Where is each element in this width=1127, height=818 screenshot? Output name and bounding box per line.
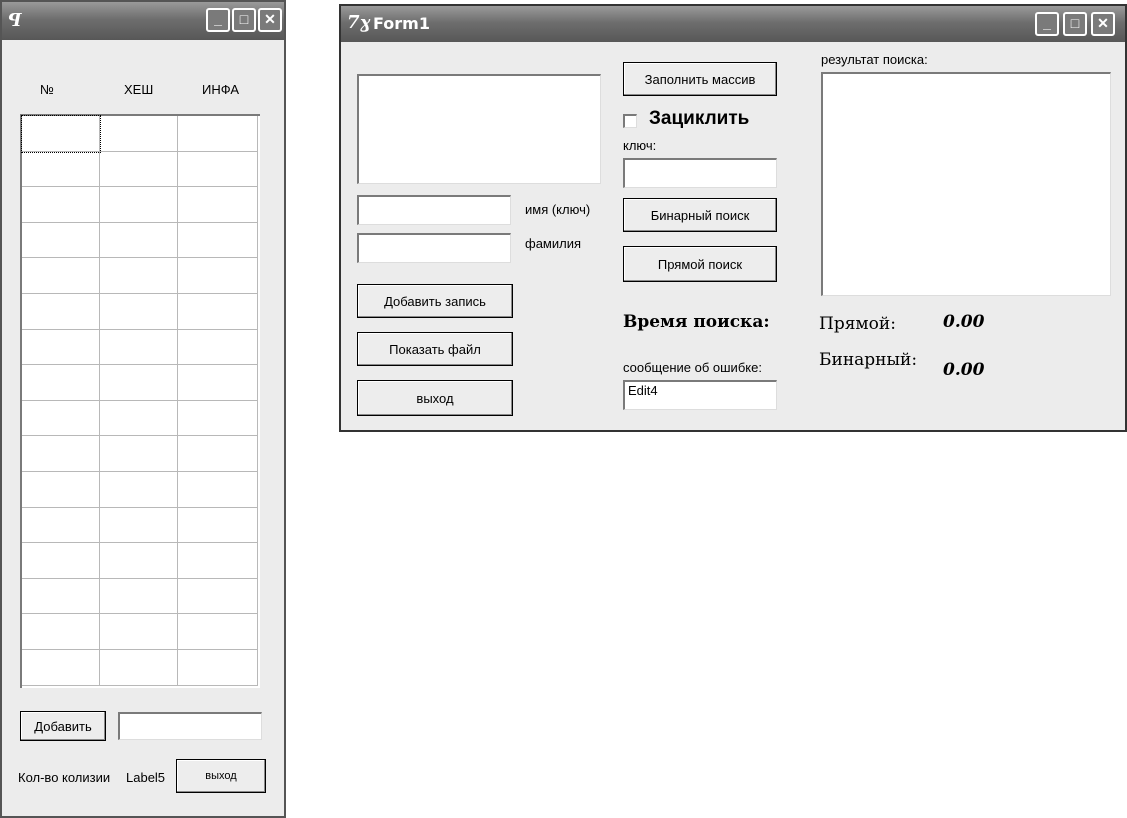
grid-cell[interactable]: [100, 187, 178, 223]
binary-time-value: 0.00: [943, 360, 985, 380]
loop-checkbox[interactable]: [623, 114, 637, 128]
name-label: имя (ключ): [525, 202, 591, 217]
grid-cell[interactable]: [178, 650, 258, 686]
grid-cell[interactable]: [22, 507, 100, 544]
search-time-label: Время поиска:: [623, 312, 770, 332]
grid-cell[interactable]: [100, 222, 178, 259]
grid-cell[interactable]: [178, 187, 258, 223]
delphi-icon: 7ɣ: [347, 12, 371, 33]
collisions-label: Кол-во колизии: [18, 770, 111, 785]
grid-cell[interactable]: [178, 400, 258, 437]
grid-cell[interactable]: [100, 294, 178, 330]
grid-cell[interactable]: [100, 258, 178, 294]
grid-cell[interactable]: [178, 614, 258, 650]
grid-cell[interactable]: [22, 294, 100, 330]
loop-checkbox-label[interactable]: Зациклить: [649, 108, 749, 130]
grid-cell[interactable]: [100, 578, 178, 615]
surname-input[interactable]: [357, 233, 511, 263]
grid-cell[interactable]: [178, 116, 258, 152]
error-input[interactable]: Edit4: [623, 380, 777, 410]
grid-cell[interactable]: [22, 258, 100, 294]
grid-cell[interactable]: [22, 578, 100, 615]
name-input[interactable]: [357, 195, 511, 225]
grid-cell[interactable]: [178, 151, 258, 188]
grid-cell[interactable]: [22, 365, 100, 401]
fill-array-button[interactable]: Заполнить массив: [623, 62, 777, 96]
left-exit-button[interactable]: выход: [176, 759, 266, 793]
direct-time-value: 0.00: [943, 312, 985, 332]
grid-cell[interactable]: [100, 472, 178, 508]
add-button[interactable]: Добавить: [20, 711, 106, 741]
grid-cell[interactable]: [100, 365, 178, 401]
add-input[interactable]: [118, 712, 262, 740]
grid-cell[interactable]: [100, 436, 178, 472]
grid-cell[interactable]: [22, 329, 100, 366]
grid-cell[interactable]: [178, 365, 258, 401]
grid-cell[interactable]: [100, 614, 178, 650]
grid-cell[interactable]: [178, 436, 258, 472]
grid-cell[interactable]: [22, 436, 100, 472]
close-button[interactable]: ✕: [258, 8, 282, 32]
hash-table-grid[interactable]: [20, 114, 260, 688]
form1-window: 7ɣ Form1 _ □ ✕ имя (ключ) фамилия Добави…: [339, 4, 1127, 432]
form1-close-button[interactable]: ✕: [1091, 12, 1115, 36]
grid-cell[interactable]: [100, 400, 178, 437]
result-label: результат поиска:: [821, 52, 928, 67]
grid-cell[interactable]: [22, 187, 100, 223]
grid-cell[interactable]: [22, 650, 100, 686]
grid-cell[interactable]: [178, 507, 258, 544]
form1-minimize-button[interactable]: _: [1035, 12, 1059, 36]
form1-exit-button[interactable]: выход: [357, 380, 513, 416]
grid-cell[interactable]: [22, 222, 100, 259]
binary-label: Бинарный:: [819, 350, 918, 370]
grid-cell[interactable]: [100, 329, 178, 366]
collisions-value: Label5: [126, 770, 166, 785]
grid-cell[interactable]: [178, 578, 258, 615]
grid-cell[interactable]: [100, 650, 178, 686]
title-bar[interactable]: ꟼ _ □ ✕: [2, 2, 284, 40]
grid-cell[interactable]: [22, 543, 100, 579]
add-record-button[interactable]: Добавить запись: [357, 284, 513, 318]
column-header-info: ИНФА: [202, 82, 240, 97]
direct-label: Прямой:: [819, 314, 896, 334]
grid-cell[interactable]: [22, 472, 100, 508]
grid-cell[interactable]: [100, 543, 178, 579]
grid-cell[interactable]: [178, 222, 258, 259]
minimize-button[interactable]: _: [206, 8, 230, 32]
form1-title-bar[interactable]: 7ɣ Form1 _ □ ✕: [341, 6, 1125, 42]
direct-search-button[interactable]: Прямой поиск: [623, 246, 777, 282]
grid-cell[interactable]: [178, 258, 258, 294]
grid-cell[interactable]: [22, 151, 100, 188]
error-message-label: сообщение об ошибке:: [623, 360, 762, 375]
key-input[interactable]: [623, 158, 777, 188]
grid-cell[interactable]: [178, 294, 258, 330]
form1-maximize-button[interactable]: □: [1063, 12, 1087, 36]
column-header-hash: ХЕШ: [124, 82, 154, 97]
memo-field[interactable]: [357, 74, 601, 184]
grid-cell[interactable]: [178, 543, 258, 579]
grid-cell[interactable]: [178, 329, 258, 366]
maximize-button[interactable]: □: [232, 8, 256, 32]
grid-cell[interactable]: [100, 151, 178, 188]
show-file-button[interactable]: Показать файл: [357, 332, 513, 366]
grid-cell[interactable]: [21, 115, 101, 153]
window-title: Form1: [373, 14, 430, 33]
surname-label: фамилия: [525, 236, 582, 251]
app-icon: ꟼ: [8, 10, 22, 31]
result-memo[interactable]: [821, 72, 1111, 296]
grid-cell[interactable]: [178, 472, 258, 508]
binary-search-button[interactable]: Бинарный поиск: [623, 198, 777, 232]
grid-cell[interactable]: [22, 614, 100, 650]
column-header-number: №: [40, 82, 54, 97]
hash-table-window: ꟼ _ □ ✕ № ХЕШ ИНФА Добавить Кол-во колиз…: [0, 0, 286, 818]
grid-cell[interactable]: [100, 507, 178, 544]
key-label: ключ:: [623, 138, 657, 153]
grid-cell[interactable]: [100, 116, 178, 152]
grid-cell[interactable]: [22, 400, 100, 437]
